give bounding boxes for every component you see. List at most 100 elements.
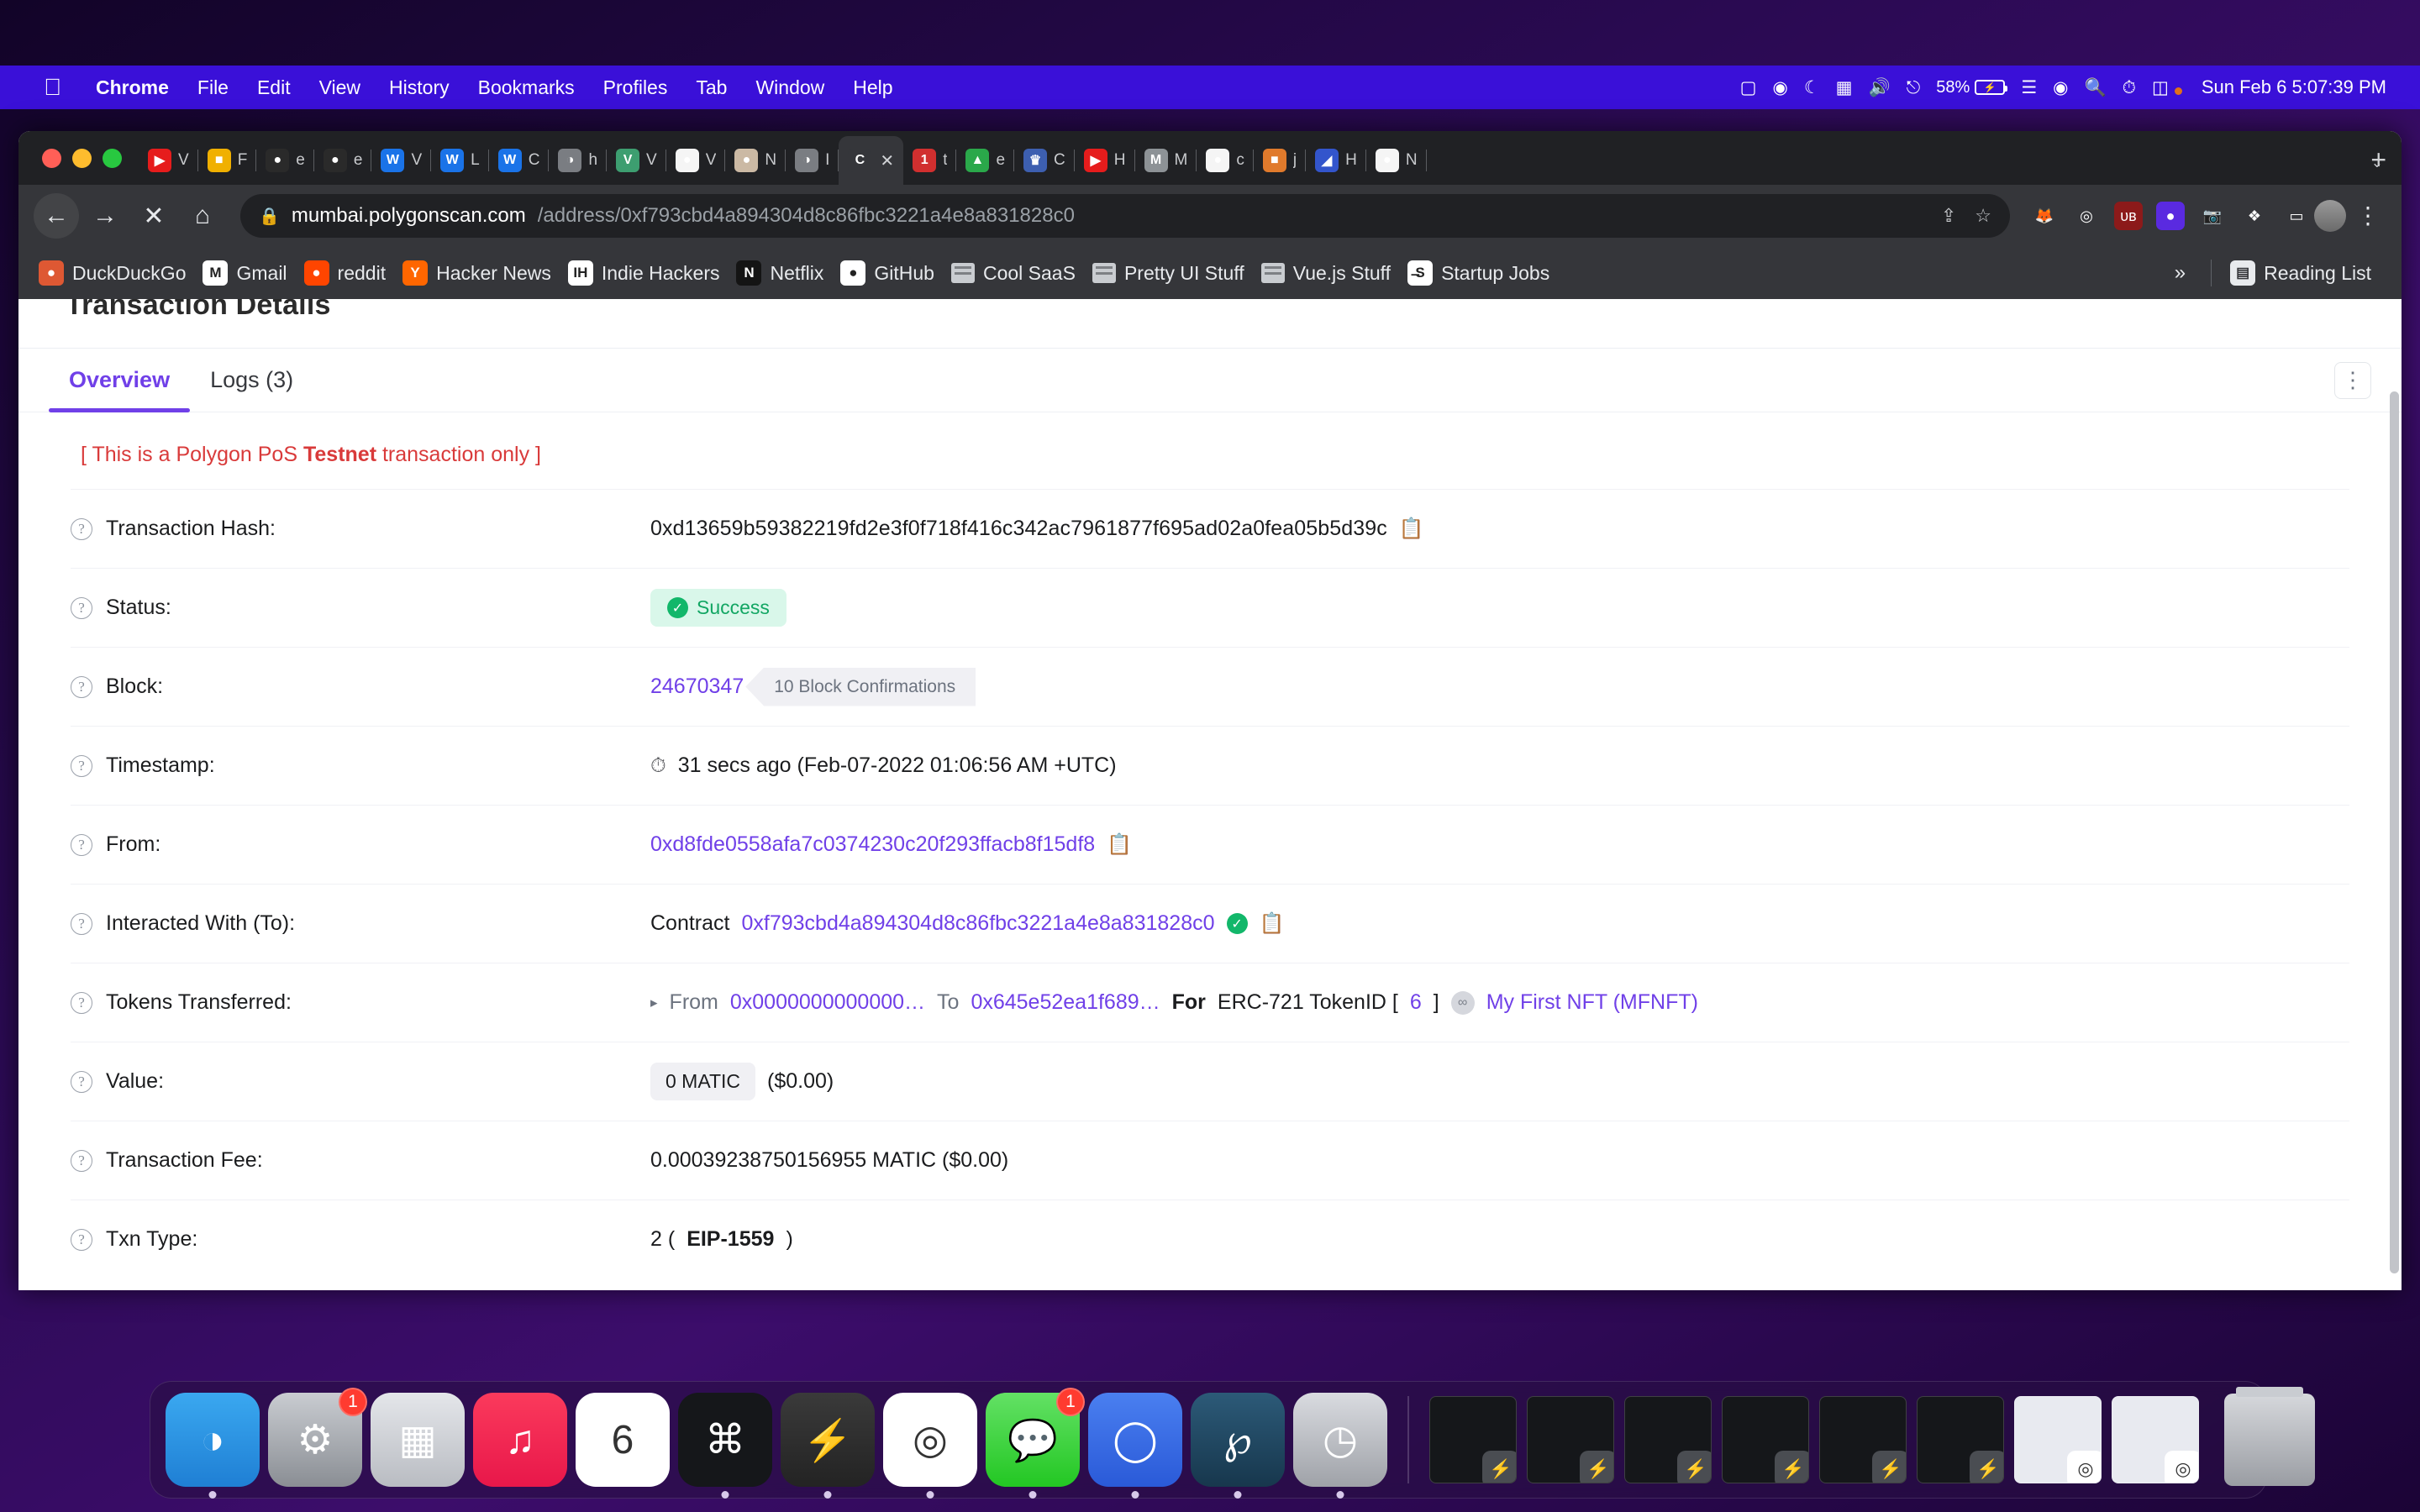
tab-logs[interactable]: Logs (3) [190, 349, 313, 412]
dock-app-calendar[interactable]: 6 [576, 1393, 670, 1487]
ghost-privacy-icon[interactable]: ● [2156, 202, 2185, 230]
page-scrollbar[interactable] [2388, 299, 2402, 1290]
browser-tab[interactable]: ◑ h [549, 136, 607, 185]
help-icon[interactable]: ? [71, 517, 92, 540]
bookmarks-overflow-button[interactable]: » [2165, 261, 2196, 285]
reading-list-button[interactable]: ▤ Reading List [2227, 260, 2385, 286]
browser-tab[interactable]: ■ j [1254, 136, 1307, 185]
dock-minimized-chrome-window[interactable]: ◎ [2112, 1396, 2199, 1483]
dock-app-system-preferences[interactable]: ⚙ 1 [268, 1388, 367, 1487]
user-circle-icon[interactable]: ◉ [2053, 79, 2068, 97]
help-icon[interactable]: ? [71, 1149, 92, 1172]
bookmark-item[interactable]: Y Hacker News [399, 260, 565, 286]
metamask-icon[interactable]: 🦊 [2030, 202, 2059, 230]
dock-minimized-sublime-window[interactable]: ⚡ [1819, 1396, 1907, 1483]
browser-tab[interactable]: ● N [725, 136, 786, 185]
help-icon[interactable]: ? [71, 912, 92, 935]
browser-tab[interactable]: MM [1135, 136, 1197, 185]
dock-app-messages[interactable]: 💬 1 [986, 1388, 1085, 1499]
token-name-link[interactable]: My First NFT (MFNFT) [1486, 990, 1698, 1015]
screen-record-icon[interactable]: ▢ [1740, 79, 1757, 97]
menu-profiles[interactable]: Profiles [589, 76, 682, 99]
help-icon[interactable]: ? [71, 833, 92, 856]
bookmark-item[interactable]: Vue.js Stuff [1258, 262, 1404, 285]
menu-file[interactable]: File [183, 76, 243, 99]
volume-icon[interactable]: 🔊 [1869, 79, 1891, 97]
browser-tab[interactable]: ▶ H [1075, 136, 1135, 185]
copy-icon[interactable]: 📋 [1399, 517, 1424, 541]
bookmark-item[interactable]: Cool SaaS [948, 262, 1089, 285]
bookmark-star-icon[interactable]: ☆ [1975, 205, 1991, 227]
home-button[interactable]: ⌂ [180, 193, 225, 239]
dock-app-music[interactable]: ♫ [473, 1393, 567, 1487]
menubar-clock[interactable]: Sun Feb 6 5:07:39 PM [2202, 76, 2386, 98]
browser-tab[interactable]: 1t [903, 136, 957, 185]
bluetooth-icon[interactable]: ⎋ [1907, 79, 1921, 97]
browser-tab[interactable]: ♛ C [1014, 136, 1075, 185]
tab-close-icon[interactable]: ✕ [880, 150, 894, 171]
bookmark-item[interactable]: ̶S Startup Jobs [1404, 260, 1563, 286]
wifi-icon[interactable]: ☰ [2021, 79, 2037, 97]
play-circle-icon[interactable]: ◉ [1773, 79, 1788, 97]
bookmark-item[interactable]: M Gmail [199, 260, 300, 286]
browser-tab[interactable]: ● N [1366, 136, 1427, 185]
bookmark-item[interactable]: IH Indie Hackers [565, 260, 734, 286]
browser-tab[interactable]: WC [489, 136, 550, 185]
bookmark-item[interactable]: Pretty UI Stuff [1089, 262, 1258, 285]
apple-logo-icon[interactable]:  [44, 76, 61, 99]
minimize-window-button[interactable] [72, 149, 92, 168]
chrome-menu-kebab-icon[interactable]: ⋮ [2349, 203, 2386, 227]
card-options-kebab-icon[interactable]: ⋮ [2334, 361, 2371, 399]
moon-icon[interactable]: ☾ [1804, 79, 1820, 97]
browser-tab[interactable]: ● e [256, 136, 314, 185]
dock-minimized-sublime-window[interactable]: ⚡ [1429, 1396, 1517, 1483]
profile-avatar[interactable] [2314, 200, 2346, 232]
tab-search-chevron-down-icon[interactable]: ⌄ [2371, 155, 2383, 171]
menu-edit[interactable]: Edit [243, 76, 305, 99]
search-icon[interactable]: 🔍 [2084, 79, 2106, 97]
browser-tab[interactable]: ◢ H [1306, 136, 1366, 185]
ublock-origin-icon[interactable]: ᴜʙ [2114, 202, 2143, 230]
browser-tab[interactable]: ● V [666, 136, 726, 185]
browser-tab[interactable]: WL [431, 136, 489, 185]
dock-minimized-chrome-window[interactable]: ◎ [2014, 1396, 2102, 1483]
dock-app-terminal[interactable]: ⌘ [678, 1393, 772, 1499]
dock-minimized-sublime-window[interactable]: ⚡ [1527, 1396, 1614, 1483]
address-bar[interactable]: 🔒 mumbai.polygonscan.com /address/0xf793… [240, 194, 2010, 238]
menu-tab[interactable]: Tab [681, 76, 741, 99]
dock-minimized-sublime-window[interactable]: ⚡ [1722, 1396, 1809, 1483]
help-icon[interactable]: ? [71, 1228, 92, 1251]
menu-view[interactable]: View [305, 76, 375, 99]
stop-loading-button[interactable]: ✕ [131, 193, 176, 239]
menu-chrome[interactable]: Chrome [82, 76, 183, 99]
browser-tab[interactable]: ■ F [198, 136, 257, 185]
dock-app-google-chrome[interactable]: ◎ [883, 1393, 977, 1499]
bookmark-item[interactable]: N Netflix [733, 260, 837, 286]
trash-icon[interactable] [2224, 1387, 2315, 1486]
scrollbar-thumb[interactable] [2390, 391, 2399, 1273]
menu-window[interactable]: Window [741, 76, 839, 99]
copy-icon[interactable]: 📋 [1107, 832, 1132, 857]
help-icon[interactable]: ? [71, 675, 92, 698]
time-machine-icon[interactable]: ⏱ [2123, 79, 2136, 97]
dock-app-signal[interactable]: ◯ [1088, 1393, 1182, 1499]
rainbow-wallet-icon[interactable]: ◎ [2072, 202, 2101, 230]
browser-tab[interactable]: ◑ I [786, 136, 839, 185]
help-icon[interactable]: ? [71, 991, 92, 1014]
grid-panel-icon[interactable]: ▦ [1836, 79, 1853, 97]
menu-bookmarks[interactable]: Bookmarks [464, 76, 589, 99]
screenshot-camera-icon[interactable]: 📷 [2198, 202, 2227, 230]
dock-app-finder[interactable]: ◑ [166, 1393, 260, 1499]
dock-app-final-cut-pro[interactable]: ◷ [1293, 1393, 1387, 1499]
help-icon[interactable]: ? [71, 596, 92, 619]
extensions-puzzle-icon[interactable]: ❖ [2240, 202, 2269, 230]
browser-tab-active[interactable]: C ✕ [839, 136, 904, 185]
menu-history[interactable]: History [375, 76, 464, 99]
block-number-link[interactable]: 24670347 [650, 675, 744, 699]
help-icon[interactable]: ? [71, 1070, 92, 1093]
dock-app-launchpad[interactable]: ▦ [371, 1393, 465, 1487]
bookmark-item[interactable]: ● GitHub [837, 260, 948, 286]
copy-icon[interactable]: 📋 [1260, 911, 1285, 936]
token-id-link[interactable]: 6 [1410, 990, 1422, 1015]
cast-icon[interactable]: ▭ [2282, 202, 2311, 230]
